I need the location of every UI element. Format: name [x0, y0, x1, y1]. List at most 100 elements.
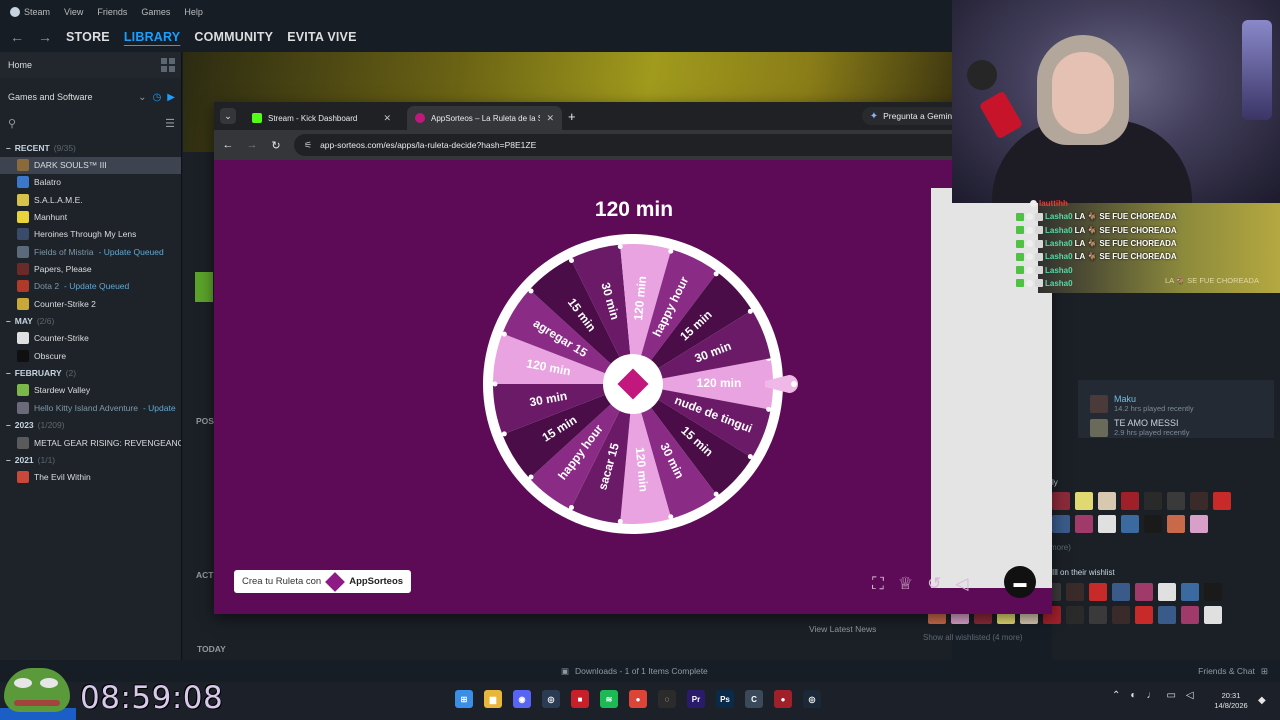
- friends-chat-button[interactable]: Friends & Chat ⊞: [1198, 666, 1268, 677]
- trophy-icon[interactable]: ♕: [898, 574, 913, 594]
- nav-community[interactable]: COMMUNITY: [194, 30, 273, 44]
- gemini-button[interactable]: ✦ Pregunta a Gemini: [861, 107, 962, 125]
- game-list-item[interactable]: Obscure: [0, 347, 181, 364]
- speaker-icon[interactable]: ◁: [1186, 690, 1194, 701]
- downloads-status[interactable]: ▣ Downloads - 1 of 1 Items Complete: [561, 666, 708, 677]
- tray-overflow-icon[interactable]: ⌃: [1112, 690, 1120, 701]
- back-icon[interactable]: ←: [222, 139, 234, 151]
- view-latest-news-button[interactable]: View Latest News: [809, 624, 876, 634]
- taskbar-clock[interactable]: 20:31 14/8/2026: [1208, 691, 1254, 711]
- friend-avatar[interactable]: [1052, 492, 1070, 510]
- app-c-icon[interactable]: C: [745, 690, 763, 708]
- friend-avatar[interactable]: [1098, 492, 1116, 510]
- network-app-icon[interactable]: ◐: [1130, 690, 1136, 701]
- site-info-icon[interactable]: ⚟: [304, 140, 312, 151]
- tab-kick-dashboard[interactable]: Stream - Kick Dashboard ✕: [244, 106, 399, 130]
- create-roulette-button[interactable]: Crea tu Ruleta con AppSorteos: [234, 570, 412, 593]
- tab-appsorteos[interactable]: AppSorteos – La Ruleta de la Suerte ✕: [407, 106, 562, 130]
- game-list-item[interactable]: DARK SOULS™ III: [0, 156, 181, 174]
- game-list-item[interactable]: The Evil Within: [0, 469, 181, 486]
- game-list-item[interactable]: Heroines Through My Lens: [0, 226, 181, 243]
- wishlist-avatar[interactable]: [1066, 606, 1084, 624]
- game-list-item[interactable]: METAL GEAR RISING: REVENGEANCE: [0, 434, 181, 451]
- collection-filter[interactable]: Games and Software ⌄ ◷ ▶: [0, 82, 181, 112]
- collection-header[interactable]: –2023 (1/209): [0, 416, 181, 434]
- wishlist-avatar[interactable]: [1181, 606, 1199, 624]
- tab-search-icon[interactable]: ⌄: [220, 108, 236, 124]
- game-list-item[interactable]: Counter-Strike 2: [0, 295, 181, 312]
- game-list-item[interactable]: Hello Kitty Island Adventure - Update: [0, 399, 181, 416]
- wishlist-avatar[interactable]: [1112, 606, 1130, 624]
- game-list-item[interactable]: Manhunt: [0, 208, 181, 225]
- friend-item[interactable]: Maku 14.2 hrs played recently: [1090, 394, 1194, 413]
- photoshop-icon[interactable]: Ps: [716, 690, 734, 708]
- discord-icon[interactable]: ◉: [513, 690, 531, 708]
- spotify-icon[interactable]: ≋: [600, 690, 618, 708]
- wishlist-avatar[interactable]: [1089, 583, 1107, 601]
- game-list-item[interactable]: Fields of Mistria - Update Queued: [0, 243, 181, 260]
- friend-avatar[interactable]: [1121, 492, 1139, 510]
- steam-tray-icon[interactable]: ◎: [803, 690, 821, 708]
- monitor-icon[interactable]: ▭: [1166, 690, 1175, 701]
- collection-header[interactable]: – MAY (2/6): [0, 312, 181, 330]
- nav-user[interactable]: EVITA VIVE: [287, 30, 356, 44]
- filter-lines-icon[interactable]: ☰: [165, 117, 175, 130]
- chevron-down-icon[interactable]: ⌄: [138, 92, 146, 103]
- nav-library[interactable]: LIBRARY: [124, 30, 181, 44]
- wishlist-avatar[interactable]: [1158, 606, 1176, 624]
- roulette-wheel[interactable]: 120 minnude de tingui15 min30 min120 min…: [480, 234, 800, 539]
- collection-header[interactable]: –2021 (1/1): [0, 451, 181, 469]
- chat-bubble-button[interactable]: ▬: [1004, 566, 1036, 598]
- url-field[interactable]: ⚟ app-sorteos.com/es/apps/la-ruleta-deci…: [294, 134, 1042, 156]
- show-all-wishlisted-link[interactable]: Show all wishlisted (4 more): [923, 633, 1023, 642]
- obs-icon[interactable]: ◌: [658, 690, 676, 708]
- play-filter-icon[interactable]: ▶: [167, 92, 175, 103]
- notification-bell-icon[interactable]: ◆: [1258, 695, 1266, 706]
- friend-avatar[interactable]: [1190, 492, 1208, 510]
- volume-icon[interactable]: ◁: [955, 574, 968, 594]
- friend-avatar[interactable]: [1213, 492, 1231, 510]
- friend-avatar[interactable]: [1144, 515, 1162, 533]
- game-list-item[interactable]: Counter-Strike: [0, 330, 181, 347]
- grid-view-icon[interactable]: [161, 58, 175, 72]
- wishlist-avatar[interactable]: [1158, 583, 1176, 601]
- steam-icon[interactable]: ◎: [542, 690, 560, 708]
- wishlist-avatar[interactable]: [1181, 583, 1199, 601]
- friend-avatar[interactable]: [1121, 515, 1139, 533]
- fullscreen-icon[interactable]: ⛶: [872, 574, 884, 594]
- friend-avatar[interactable]: [1052, 515, 1070, 533]
- game-list-item[interactable]: Papers, Please: [0, 260, 181, 277]
- friend-avatar[interactable]: [1167, 515, 1185, 533]
- nav-store[interactable]: STORE: [66, 30, 110, 44]
- wishlist-avatar[interactable]: [1204, 583, 1222, 601]
- wishlist-avatar[interactable]: [1089, 606, 1107, 624]
- friend-avatar[interactable]: [1190, 515, 1208, 533]
- menu-view[interactable]: View: [64, 7, 83, 17]
- game-list-item[interactable]: Stardew Valley: [0, 382, 181, 399]
- friend-avatar[interactable]: [1075, 492, 1093, 510]
- wishlist-avatar[interactable]: [1135, 606, 1153, 624]
- wishlist-avatar[interactable]: [1112, 583, 1130, 601]
- forward-arrow-icon[interactable]: →: [38, 29, 52, 45]
- menu-help[interactable]: Help: [184, 7, 203, 17]
- reload-icon[interactable]: ↻: [270, 139, 282, 152]
- sidebar-home[interactable]: Home: [0, 52, 181, 78]
- microphone-icon[interactable]: ♩: [1146, 690, 1156, 701]
- game-list-item[interactable]: Balatro: [0, 174, 181, 191]
- menu-friends[interactable]: Friends: [97, 7, 127, 17]
- chrome-icon[interactable]: ●: [629, 690, 647, 708]
- menu-steam[interactable]: Steam: [10, 7, 50, 17]
- wishlist-avatar[interactable]: [1204, 606, 1222, 624]
- play-button[interactable]: [195, 272, 213, 302]
- reset-icon[interactable]: ↺: [927, 574, 941, 594]
- friend-avatar[interactable]: [1075, 515, 1093, 533]
- file-explorer-icon[interactable]: ▆: [484, 690, 502, 708]
- friend-avatar[interactable]: [1167, 492, 1185, 510]
- new-tab-icon[interactable]: +: [568, 109, 576, 124]
- friend-avatar[interactable]: [1144, 492, 1162, 510]
- collection-header[interactable]: – RECENT (9/35): [0, 139, 181, 157]
- friend-avatar[interactable]: [1098, 515, 1116, 533]
- sidebar-search[interactable]: ⚲ ☰: [0, 112, 181, 134]
- collection-header[interactable]: – FEBRUARY (2): [0, 364, 181, 382]
- windows-start-icon[interactable]: ⊞: [455, 690, 473, 708]
